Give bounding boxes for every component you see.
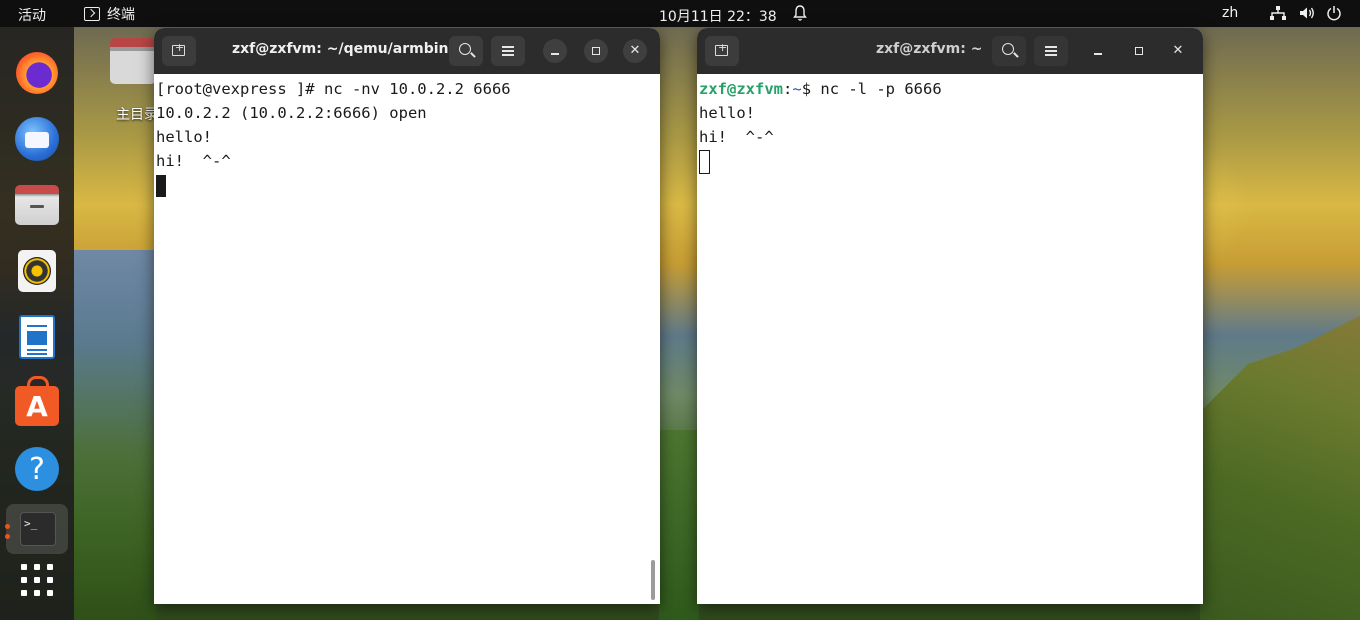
scrollbar[interactable] [651, 560, 655, 600]
thunderbird-icon[interactable] [14, 116, 60, 162]
files-icon[interactable] [14, 182, 60, 228]
minimize-button[interactable] [543, 39, 567, 63]
network-icon[interactable] [1269, 5, 1287, 21]
terminal-cursor [699, 149, 710, 174]
terminal-line: hi! ^-^ [699, 128, 774, 146]
running-indicator [5, 534, 10, 539]
maximize-button[interactable] [1127, 39, 1151, 63]
terminal-window-right[interactable]: zxf@zxfvm: ~ ✕ zxf@zxfvm:~$ nc -l -p 666… [697, 28, 1203, 604]
title-bar[interactable]: zxf@zxfvm: ~ ✕ [697, 28, 1203, 74]
terminal-line: hi! ^-^ [156, 152, 231, 170]
top-bar: 活动 终端 10月11日 22：38 zh [0, 0, 1360, 27]
terminal-line: [root@vexpress ]# nc -nv 10.0.2.2 6666 [156, 80, 511, 98]
window-title: zxf@zxfvm: ~/qemu/armbin [232, 41, 449, 57]
rhythmbox-icon[interactable] [14, 248, 60, 294]
close-button[interactable]: ✕ [623, 39, 647, 63]
terminal-output[interactable]: [root@vexpress ]# nc -nv 10.0.2.2 6666 1… [154, 74, 660, 604]
wallpaper-valley [74, 250, 156, 620]
hamburger-icon [1045, 46, 1057, 48]
terminal-output[interactable]: zxf@zxfvm:~$ nc -l -p 6666 hello! hi! ^-… [697, 74, 1203, 604]
terminal-window-left[interactable]: zxf@zxfvm: ~/qemu/armbin ✕ [root@vexpres… [154, 28, 660, 604]
new-tab-button[interactable] [705, 36, 739, 66]
close-button[interactable]: ✕ [1166, 39, 1190, 63]
home-folder-label[interactable]: 主目录 [116, 104, 156, 124]
help-icon[interactable]: ? [14, 446, 60, 492]
prompt-line: zxf@zxfvm:~$ nc -l -p 6666 [699, 77, 1203, 101]
window-title: zxf@zxfvm: ~ [876, 41, 983, 57]
prompt-path: ~ [792, 80, 802, 98]
terminal-cursor [156, 175, 166, 197]
search-icon [459, 43, 471, 55]
app-menu-label: 终端 [107, 7, 135, 23]
clock[interactable]: 10月11日 22：38 [659, 6, 777, 26]
terminal-line: 10.0.2.2 (10.0.2.2:6666) open [156, 104, 427, 122]
app-center-icon[interactable]: A [14, 376, 60, 426]
terminal-line: hello! [156, 128, 212, 146]
activities-button[interactable]: 活动 [18, 5, 46, 25]
new-tab-icon [715, 41, 728, 56]
firefox-icon[interactable] [14, 50, 60, 96]
bell-icon[interactable] [792, 4, 808, 22]
menu-button[interactable] [491, 36, 525, 66]
new-tab-button[interactable] [162, 36, 196, 66]
search-button[interactable] [992, 36, 1026, 66]
minimize-button[interactable] [1086, 39, 1110, 63]
terminal-dock-icon[interactable]: >_ [6, 504, 68, 554]
power-icon[interactable] [1326, 5, 1342, 21]
new-tab-icon [172, 41, 185, 56]
search-icon [1002, 43, 1014, 55]
search-button[interactable] [449, 36, 483, 66]
hamburger-icon [502, 46, 514, 48]
maximize-button[interactable] [584, 39, 608, 63]
home-folder-icon[interactable] [110, 38, 156, 90]
input-method-indicator[interactable]: zh [1222, 5, 1238, 21]
running-indicator [5, 524, 10, 529]
show-apps-icon[interactable] [21, 564, 53, 596]
prompt-symbol: $ [801, 80, 821, 98]
terminal-icon [84, 7, 100, 21]
terminal-line: hello! [699, 104, 755, 122]
prompt-user: zxf@zxfvm [699, 80, 783, 98]
app-menu[interactable]: 终端 [84, 4, 135, 24]
wallpaper-hill [659, 430, 699, 620]
volume-icon[interactable] [1298, 5, 1316, 21]
menu-button[interactable] [1034, 36, 1068, 66]
dock: A ? >_ [0, 27, 74, 620]
prompt-command: nc -l -p 6666 [820, 80, 942, 98]
libreoffice-writer-icon[interactable] [14, 314, 60, 360]
title-bar[interactable]: zxf@zxfvm: ~/qemu/armbin ✕ [154, 28, 660, 74]
prompt-separator: : [783, 80, 793, 98]
